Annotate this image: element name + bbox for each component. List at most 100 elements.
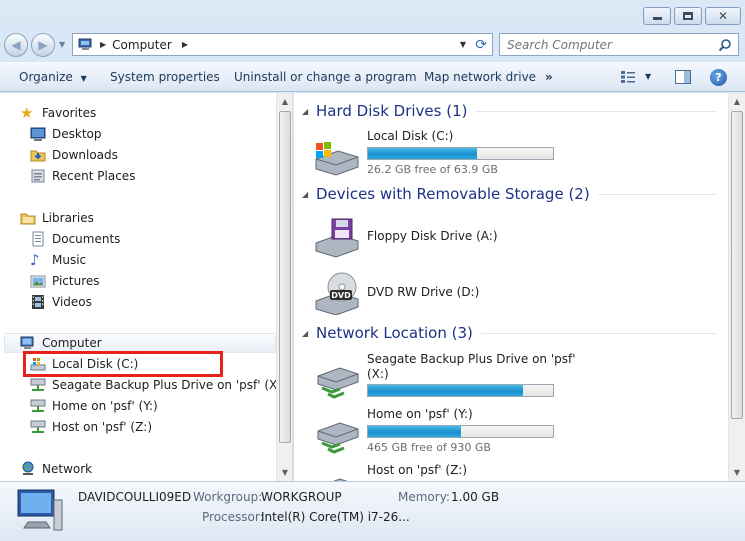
nav-host-drive[interactable]: Host on 'psf' (Z:) [30,417,152,437]
recent-pages-dropdown-icon[interactable]: ▼ [59,40,65,49]
nav-seagate-drive[interactable]: Seagate Backup Plus Drive on 'psf' (X:) [30,375,286,395]
organize-button[interactable]: Organize ▼ [19,70,87,84]
nav-videos[interactable]: Videos [30,292,92,312]
dropdown-arrow-icon: ▼ [80,74,87,83]
nav-documents[interactable]: Documents [30,229,120,249]
floppy-name: Floppy Disk Drive (A:) [367,229,498,243]
address-row: ◀ ▶ ▼ ▶ Computer ▶ ▼ ⟳ [0,30,745,58]
breadcrumb-arrow-icon: ▶ [100,40,107,49]
group-removable-storage[interactable]: ◢ Devices with Removable Storage (2) [302,185,716,203]
dvd-drive-icon: DVD [315,272,359,315]
uninstall-program-button[interactable]: Uninstall or change a program [234,70,417,84]
address-bar[interactable]: ▶ Computer ▶ ▼ ⟳ [72,33,493,56]
drive-floppy[interactable]: Floppy Disk Drive (A:) [312,211,722,263]
nav-scroll-thumb[interactable] [279,111,291,443]
home-name: Home on 'psf' (Y:) [367,407,473,421]
more-commands-button[interactable]: » [545,70,553,84]
computer-large-icon [17,489,63,531]
search-box[interactable] [499,33,739,56]
help-icon[interactable]: ? [710,69,727,86]
host-name: Host on 'psf' (Z:) [367,463,468,477]
navigation-pane: ★ Favorites Desktop Downloads Recent Pla… [0,93,293,481]
scroll-down-icon[interactable]: ▼ [277,464,292,481]
star-icon: ★ [20,104,34,122]
command-bar: Organize ▼ System properties Uninstall o… [0,62,745,92]
drive-seagate[interactable]: Seagate Backup Plus Drive on 'psf' (X:) [312,352,722,404]
view-dropdown-icon[interactable]: ▼ [645,72,651,81]
forward-arrow-icon: ▶ [38,38,48,52]
drive-dvd[interactable]: DVD DVD RW Drive (D:) [312,267,722,319]
change-view-icon[interactable] [621,71,635,83]
system-properties-button[interactable]: System properties [110,70,220,84]
scroll-down-icon[interactable]: ▼ [729,464,745,481]
scroll-up-icon[interactable]: ▲ [277,93,292,110]
refresh-icon[interactable]: ⟳ [475,37,487,53]
group-hard-disk-label: Hard Disk Drives (1) [316,102,468,120]
collapse-arrow-icon[interactable]: ◢ [302,107,308,116]
dvd-name: DVD RW Drive (D:) [367,285,480,299]
local-disk-usage-bar [367,147,554,160]
group-divider [475,110,716,112]
forward-button[interactable]: ▶ [31,33,55,57]
home-free-space: 465 GB free of 930 GB [367,441,491,454]
maximize-button[interactable] [674,7,702,25]
nav-home-drive[interactable]: Home on 'psf' (Y:) [30,396,158,416]
drive-home[interactable]: Home on 'psf' (Y:) 465 GB free of 930 GB [312,407,722,459]
nav-libraries[interactable]: Libraries [20,208,94,228]
nav-pictures[interactable]: Pictures [30,271,100,291]
breadcrumb-computer[interactable]: Computer [112,38,172,52]
dvd-label-text: DVD [331,291,351,300]
local-disk-highlight-box [23,351,223,377]
libraries-icon [20,213,36,225]
group-network-location[interactable]: ◢ Network Location (3) [302,324,716,342]
group-divider [597,193,716,195]
preview-pane-icon[interactable] [675,70,691,87]
processor-value: Intel(R) Core(TM) i7-26... [261,510,410,524]
nav-desktop[interactable]: Desktop [30,124,102,144]
local-disk-usage-fill [368,148,478,159]
collapse-arrow-icon[interactable]: ◢ [302,329,308,338]
floppy-drive-icon [315,218,359,258]
nav-documents-label: Documents [52,232,121,246]
organize-label: Organize [19,70,73,84]
documents-icon [32,231,44,247]
nav-music[interactable]: ♪ Music [30,250,86,270]
content-scrollbar[interactable]: ▲ ▼ [728,93,745,481]
search-input[interactable] [500,37,718,52]
recent-places-icon [31,169,45,183]
nav-desktop-label: Desktop [52,127,102,141]
nav-downloads-label: Downloads [52,148,118,162]
group-hard-disk-drives[interactable]: ◢ Hard Disk Drives (1) [302,102,716,120]
nav-pictures-label: Pictures [52,274,100,288]
scroll-up-icon[interactable]: ▲ [729,93,745,110]
address-dropdown-icon[interactable]: ▼ [460,40,466,49]
collapse-arrow-icon[interactable]: ◢ [302,190,308,199]
close-button[interactable]: ✕ [705,7,741,25]
nav-favorites[interactable]: ★ Favorites [20,103,96,123]
downloads-folder-icon [30,150,46,162]
computer-name: DAVIDCOULLI09ED [78,490,192,504]
map-network-drive-button[interactable]: Map network drive [424,70,536,84]
nav-recent-places[interactable]: Recent Places [30,166,135,186]
nav-network[interactable]: Network [20,459,92,479]
drive-host[interactable]: Host on 'psf' (Z:) [312,463,722,481]
workgroup-label: Workgroup: [193,490,263,504]
seagate-network-drive-icon [317,367,359,399]
search-icon[interactable] [718,38,732,52]
drive-local-disk[interactable]: Local Disk (C:) 26.2 GB free of 63.9 GB [312,129,722,181]
group-removable-label: Devices with Removable Storage (2) [316,185,590,203]
nav-computer[interactable]: Computer [20,333,102,353]
nav-network-label: Network [42,462,93,476]
content-pane: ◢ Hard Disk Drives (1) Local Disk (C:) 2… [294,93,745,481]
nav-libraries-label: Libraries [42,211,94,225]
content-scroll-thumb[interactable] [731,111,743,419]
close-icon: ✕ [717,9,729,23]
maximize-icon [683,12,693,20]
back-button[interactable]: ◀ [4,33,28,57]
breadcrumb-arrow-icon: ▶ [181,40,188,49]
minimize-button[interactable] [643,7,671,25]
nav-downloads[interactable]: Downloads [30,145,118,165]
nav-scrollbar[interactable]: ▲ ▼ [276,93,292,481]
home-usage-bar [367,425,554,438]
nav-seagate-label: Seagate Backup Plus Drive on 'psf' (X:) [52,378,286,392]
